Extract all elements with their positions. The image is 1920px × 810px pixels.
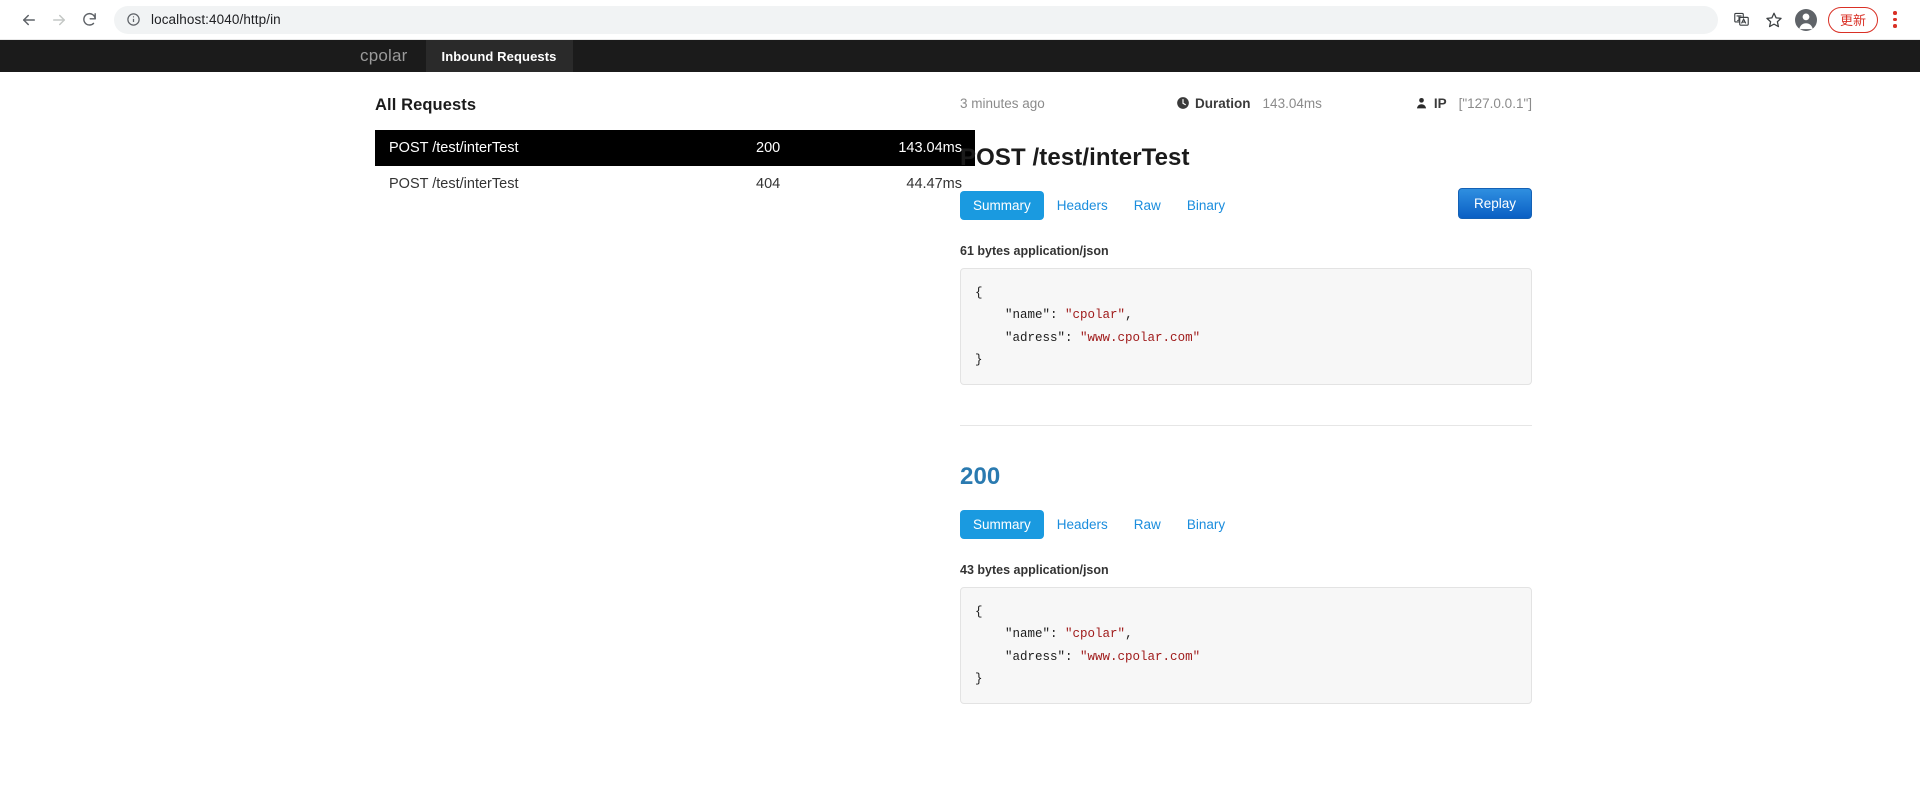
tab-raw[interactable]: Raw bbox=[1121, 510, 1174, 539]
requests-list: POST /test/interTest 200 143.04ms POST /tes… bbox=[375, 130, 975, 202]
avatar bbox=[1794, 8, 1817, 31]
response-bytes-label: 43 bytes application/json bbox=[960, 563, 1109, 577]
request-path: POST /test/interTest bbox=[389, 176, 519, 192]
duration-value: 143.04ms bbox=[1262, 95, 1322, 111]
page-body: All Requests POST /test/interTest 200 143.… bbox=[0, 72, 1920, 810]
json-string-value: "www.cpolar.com" bbox=[1080, 330, 1201, 345]
back-arrow-icon[interactable] bbox=[14, 5, 44, 35]
response-status-title: 200 bbox=[960, 463, 1001, 490]
bottom-spacer bbox=[960, 704, 1532, 744]
request-duration: 143.04ms bbox=[898, 140, 962, 156]
tab-headers[interactable]: Headers bbox=[1044, 191, 1121, 220]
person-icon bbox=[1414, 96, 1429, 111]
update-button[interactable]: 更新 bbox=[1827, 6, 1878, 33]
tab-summary[interactable]: Summary bbox=[960, 510, 1044, 539]
request-duration: 44.47ms bbox=[906, 176, 962, 192]
translate-icon[interactable] bbox=[1728, 6, 1756, 34]
tab-binary[interactable]: Binary bbox=[1174, 510, 1238, 539]
profile-avatar-icon[interactable] bbox=[1792, 6, 1820, 34]
tab-binary[interactable]: Binary bbox=[1174, 191, 1238, 220]
ip-value: ["127.0.0.1"] bbox=[1458, 95, 1532, 111]
requests-panel: All Requests POST /test/interTest 200 143.… bbox=[0, 72, 975, 810]
tab-headers[interactable]: Headers bbox=[1044, 510, 1121, 539]
json-string-value: "cpolar" bbox=[1065, 627, 1126, 642]
reload-icon[interactable] bbox=[74, 5, 104, 35]
kebab-menu-icon[interactable] bbox=[1884, 7, 1906, 33]
ip-meta: IP ["127.0.0.1"] bbox=[1414, 96, 1532, 111]
nav-tab-inbound-requests[interactable]: Inbound Requests bbox=[425, 40, 573, 72]
chrome-toolbar-right: 更新 bbox=[1728, 6, 1906, 34]
request-path: POST /test/interTest bbox=[389, 140, 519, 156]
response-body-code: { "name": "cpolar", "adress": "www.cpola… bbox=[960, 587, 1532, 704]
request-meta-bar: 3 minutes ago Duration 143.04ms IP ["127… bbox=[960, 88, 1532, 118]
address-bar-url: localhost:4040/http/in bbox=[151, 12, 281, 27]
request-body-code: { "name": "cpolar", "adress": "www.cpola… bbox=[960, 268, 1532, 385]
forward-arrow-icon[interactable] bbox=[44, 5, 74, 35]
app-navbar: cpolar Inbound Requests bbox=[0, 40, 1920, 72]
brand-logo[interactable]: cpolar bbox=[360, 40, 426, 72]
relative-time: 3 minutes ago bbox=[960, 95, 1045, 111]
section-divider bbox=[960, 425, 1532, 426]
replay-button[interactable]: Replay bbox=[1457, 188, 1532, 219]
table-row[interactable]: POST /test/interTest 404 44.47ms bbox=[375, 166, 975, 202]
address-bar[interactable]: localhost:4040/http/in bbox=[114, 5, 1718, 34]
duration-label: Duration bbox=[1195, 95, 1251, 111]
detail-panel: 3 minutes ago Duration 143.04ms IP ["127… bbox=[960, 72, 1920, 810]
clock-icon bbox=[1175, 96, 1190, 111]
request-title: POST /test/interTest bbox=[960, 144, 1190, 171]
response-tabs: Summary Headers Raw Binary bbox=[960, 510, 1532, 539]
table-row[interactable]: POST /test/interTest 200 143.04ms bbox=[375, 130, 975, 166]
tab-summary[interactable]: Summary bbox=[960, 191, 1044, 220]
request-tabs: Summary Headers Raw Binary Replay bbox=[960, 188, 1532, 220]
info-circle-icon[interactable] bbox=[126, 12, 142, 28]
browser-chrome: localhost:4040/http/in 更新 bbox=[0, 0, 1920, 40]
duration-meta: Duration 143.04ms bbox=[1175, 96, 1322, 111]
request-status-code: 200 bbox=[756, 140, 781, 156]
request-status-code: 404 bbox=[756, 176, 781, 192]
star-icon[interactable] bbox=[1760, 6, 1788, 34]
json-string-value: "cpolar" bbox=[1065, 308, 1126, 323]
request-bytes-label: 61 bytes application/json bbox=[960, 244, 1109, 258]
json-string-value: "www.cpolar.com" bbox=[1080, 649, 1201, 664]
tab-raw[interactable]: Raw bbox=[1121, 191, 1174, 220]
page-title: All Requests bbox=[375, 96, 477, 114]
ip-label: IP bbox=[1433, 95, 1447, 111]
